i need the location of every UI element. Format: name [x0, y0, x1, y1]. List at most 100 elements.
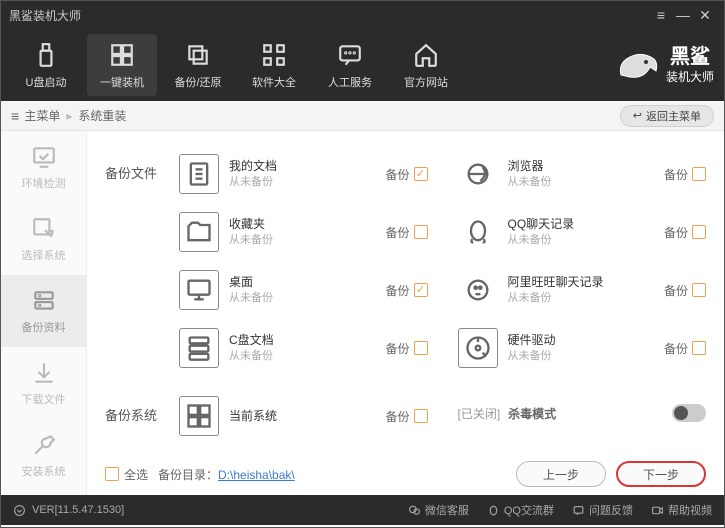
kill-label: 杀毒模式	[508, 405, 556, 422]
qq-icon	[458, 212, 498, 252]
item-sub: 从未备份	[229, 233, 375, 248]
status-link-wechat[interactable]: 微信客服	[408, 502, 469, 518]
back-label: 返回主菜单	[646, 108, 701, 124]
item-sub: 从未备份	[508, 175, 654, 190]
status-link-qq[interactable]: QQ交流群	[487, 502, 554, 518]
step-sidebar: 环境检测 选择系统 备份资料 下载文件 安装系统	[1, 131, 87, 495]
row-ali: 阿里旺旺聊天记录从未备份备份	[458, 261, 707, 319]
monitor-check-icon	[31, 144, 57, 170]
windows-icon	[179, 396, 219, 436]
brand-logo: 黑鲨装机大师	[616, 44, 714, 86]
prev-button[interactable]: 上一步	[516, 461, 606, 487]
nav-label: 一键装机	[100, 74, 144, 90]
back-arrow-icon: ↩	[633, 109, 642, 122]
backup-checkbox[interactable]	[692, 225, 706, 239]
footer-row: 全选 备份目录：D:\heisha\bak\ 上一步 下一步	[105, 455, 706, 487]
backup-label: 备份	[385, 224, 409, 241]
backup-label: 备份	[385, 408, 409, 425]
item-name: 当前系统	[229, 408, 375, 425]
usb-icon	[33, 40, 59, 70]
nav-website[interactable]: 官方网站	[391, 34, 461, 96]
backup-checkbox[interactable]	[692, 341, 706, 355]
ie-icon	[458, 154, 498, 194]
nav-label: 软件大全	[252, 74, 296, 90]
list-icon	[11, 108, 21, 124]
backup-label: 备份	[385, 340, 409, 357]
sidebar-item-label: 安装系统	[22, 463, 66, 479]
antivirus-toggle[interactable]	[672, 404, 706, 422]
item-sub: 从未备份	[229, 349, 375, 364]
path-label: 备份目录：	[158, 468, 218, 482]
backup-checkbox[interactable]	[414, 225, 428, 239]
backup-path-link[interactable]: D:\heisha\bak\	[218, 468, 295, 482]
minimize-button[interactable]: —	[672, 7, 694, 23]
kill-prefix: [已关闭]	[458, 405, 501, 422]
item-name: 硬件驱动	[508, 332, 654, 349]
menu-button[interactable]: ≡	[650, 7, 672, 23]
chat-icon	[337, 40, 363, 70]
section-title-files: 备份文件	[105, 145, 161, 377]
status-link-feedback[interactable]: 问题反馈	[572, 502, 633, 518]
grid-icon	[261, 40, 287, 70]
nav-software[interactable]: 软件大全	[239, 34, 309, 96]
row-fav: 收藏夹从未备份备份	[179, 203, 428, 261]
monitor-icon	[179, 270, 219, 310]
database-icon	[31, 288, 57, 314]
backup-label: 备份	[664, 340, 688, 357]
top-nav: U盘启动 一键装机 备份/还原 软件大全 人工服务 官方网站 黑鲨装机大师	[1, 29, 724, 101]
row-browser: 浏览器从未备份备份	[458, 145, 707, 203]
nav-onekey-install[interactable]: 一键装机	[87, 34, 157, 96]
feedback-icon	[572, 504, 585, 517]
row-desktop: 桌面从未备份备份	[179, 261, 428, 319]
backup-checkbox[interactable]	[414, 341, 428, 355]
folder-icon	[179, 212, 219, 252]
video-icon	[651, 504, 664, 517]
item-sub: 从未备份	[508, 291, 654, 306]
chevron-right-icon: ▸	[66, 109, 72, 123]
item-sub: 从未备份	[229, 291, 375, 306]
next-button[interactable]: 下一步	[616, 461, 706, 487]
backup-label: 备份	[664, 282, 688, 299]
backup-checkbox[interactable]	[414, 167, 428, 181]
antivirus-mode-row: [已关闭] 杀毒模式	[458, 387, 707, 439]
disk-icon	[458, 328, 498, 368]
sidebar-item-label: 选择系统	[22, 247, 66, 263]
sidebar-item-download[interactable]: 下载文件	[1, 347, 86, 419]
windows-icon	[109, 40, 135, 70]
back-main-button[interactable]: ↩ 返回主菜单	[620, 105, 714, 127]
nav-label: U盘启动	[26, 74, 67, 90]
backup-label: 备份	[664, 224, 688, 241]
version-text: VER[11.5.47.1530]	[32, 504, 124, 516]
nav-service[interactable]: 人工服务	[315, 34, 385, 96]
sidebar-item-backup[interactable]: 备份资料	[1, 275, 86, 347]
item-name: 浏览器	[508, 158, 654, 175]
nav-usb-boot[interactable]: U盘启动	[11, 34, 81, 96]
ali-icon	[458, 270, 498, 310]
nav-label: 人工服务	[328, 74, 372, 90]
backup-checkbox[interactable]	[692, 167, 706, 181]
app-title: 黑鲨装机大师	[9, 7, 650, 24]
nav-label: 备份/还原	[174, 74, 221, 90]
row-qq: QQ聊天记录从未备份备份	[458, 203, 707, 261]
backup-checkbox[interactable]	[692, 283, 706, 297]
item-name: 收藏夹	[229, 216, 375, 233]
breadcrumb: 主菜单 ▸ 系统重装 ↩ 返回主菜单	[1, 101, 724, 131]
status-link-help[interactable]: 帮助视频	[651, 502, 712, 518]
sidebar-item-install[interactable]: 安装系统	[1, 419, 86, 491]
sidebar-item-env[interactable]: 环境检测	[1, 131, 86, 203]
backup-checkbox[interactable]	[414, 409, 428, 423]
backup-label: 备份	[385, 282, 409, 299]
backup-checkbox[interactable]	[414, 283, 428, 297]
nav-backup-restore[interactable]: 备份/还原	[163, 34, 233, 96]
qq-icon	[487, 504, 500, 517]
shark-icon	[616, 45, 660, 85]
sidebar-item-label: 备份资料	[22, 319, 66, 335]
close-button[interactable]: ✕	[694, 7, 716, 24]
titlebar: 黑鲨装机大师 ≡ — ✕	[1, 1, 724, 29]
select-all-checkbox[interactable]	[105, 467, 119, 481]
doc-icon	[179, 154, 219, 194]
sidebar-item-select-system[interactable]: 选择系统	[1, 203, 86, 275]
server-icon	[179, 328, 219, 368]
wrench-icon	[31, 432, 57, 458]
crumb-root[interactable]: 主菜单	[24, 107, 60, 124]
